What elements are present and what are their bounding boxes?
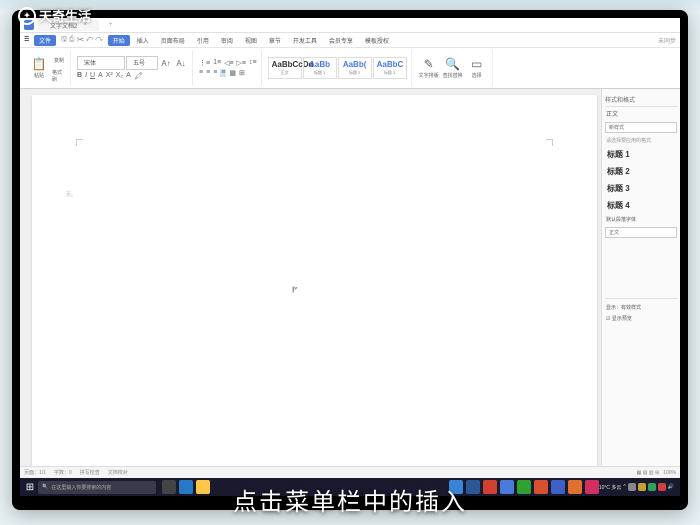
statusbar: 页面：1/1 字数：0 拼写检查 文档校对 ▦ ▤ ▥ ⊞ 100% [20,466,680,478]
style-heading-2[interactable]: 标题 2 [605,163,677,180]
align-justify-button[interactable]: ≡ [220,69,226,77]
align-left-button[interactable]: ≡ [199,69,203,77]
watermark-icon: ✦ [18,7,36,25]
font-name-select[interactable]: 宋体 [77,56,125,70]
zoom-level[interactable]: 100% [663,470,676,476]
menu-tab-member[interactable]: 会员专享 [324,35,358,46]
sync-status[interactable]: 未同步 [658,36,676,45]
menu-file[interactable]: 文件 [34,35,56,46]
menu-tab-section[interactable]: 章节 [264,35,286,46]
text-layout-button[interactable]: ✎文字排版 [418,53,440,83]
document-area: 页。 Iyr 样式和格式 正文 新样式 请选择要应用的格式 标题 1 标题 2 … [20,89,680,481]
panel-show-preview[interactable]: ☑ 显示预览 [605,313,677,324]
borders-button[interactable]: ⊞ [239,69,245,77]
align-right-button[interactable]: ≡ [213,69,217,77]
menu-tab-dev[interactable]: 开发工具 [288,35,322,46]
italic-button[interactable]: I [85,72,87,80]
style-h2[interactable]: AaBb(标题 2 [338,57,372,79]
style-heading-1[interactable]: 标题 1 [605,146,677,163]
document-page[interactable]: 页。 Iyr [32,95,597,475]
copy-button[interactable]: 复制 [52,54,66,68]
shading-button[interactable]: ▦ [229,69,236,77]
status-spell[interactable]: 拼写检查 [80,469,100,476]
menu-tab-view[interactable]: 视图 [240,35,262,46]
titlebar: 文字文档2 × + [20,18,680,33]
menu-tab-references[interactable]: 引用 [192,35,214,46]
underline-button[interactable]: U [90,72,95,80]
strike-button[interactable]: A [98,72,103,80]
styles-panel: 样式和格式 正文 新样式 请选择要应用的格式 标题 1 标题 2 标题 3 标题… [601,89,680,481]
status-page[interactable]: 页面：1/1 [24,469,46,476]
panel-hint: 请选择要应用的格式 [605,135,677,146]
margin-marker-tl [76,139,83,146]
new-style-button[interactable]: 新样式 [605,122,677,133]
menu-tab-template[interactable]: 模板授权 [360,35,394,46]
ribbon-editing: ✎文字排版 🔍查找替换 ▭选择 [414,50,493,86]
bullets-button[interactable]: ⋮≡ [199,59,210,67]
status-words[interactable]: 字数：0 [54,469,72,476]
bold-button[interactable]: B [77,72,82,80]
ribbon-clipboard: 📋粘贴 复制 格式刷 [24,50,71,86]
watermark-logo: ✦ 天奇生活 [18,6,91,25]
panel-title: 样式和格式 [605,93,677,107]
style-default-font[interactable]: 默认段落字体 [605,214,677,225]
find-replace-button[interactable]: 🔍查找替换 [442,53,464,83]
style-h1[interactable]: AaBb标题 1 [303,57,337,79]
super-button[interactable]: X² [106,72,113,80]
font-shrink-icon[interactable]: A↓ [174,56,188,70]
style-body[interactable]: 正文 [605,227,677,238]
text-cursor-icon: Iyr [292,285,298,295]
menu-tab-home[interactable]: 开始 [108,35,130,46]
numbering-button[interactable]: 1≡ [213,59,221,67]
style-heading-4[interactable]: 标题 4 [605,197,677,214]
indent-dec-button[interactable]: ◁≡ [224,59,233,67]
menu-icon[interactable]: ☰ [24,36,32,44]
menu-tab-layout[interactable]: 页面布局 [156,35,190,46]
line-spacing-button[interactable]: ↕≡ [249,59,257,67]
align-center-button[interactable]: ≡ [206,69,210,77]
font-grow-icon[interactable]: A↑ [159,56,173,70]
page-marker: 页。 [66,191,76,198]
style-normal[interactable]: AaBbCcDd正文 [268,57,302,79]
ribbon-paragraph: ⋮≡ 1≡ ◁≡ ▷≡ ↕≡ ≡ ≡ ≡ ≡ ▦ ⊞ [195,50,262,86]
view-mode-icons[interactable]: ▦ ▤ ▥ ⊞ [637,470,660,476]
menu-tab-review[interactable]: 审阅 [216,35,238,46]
screen: 文字文档2 × + ☰ 文件 🖫 ⎙ ✂ ↶ ↷ 开始 插入 页面布局 引用 审… [20,18,680,496]
font-color-button[interactable]: A [126,72,131,80]
style-h3[interactable]: AaBbC标题 3 [373,57,407,79]
sub-button[interactable]: X₂ [116,72,123,80]
monitor-frame: 文字文档2 × + ☰ 文件 🖫 ⎙ ✂ ↶ ↷ 开始 插入 页面布局 引用 审… [12,10,688,510]
menubar: ☰ 文件 🖫 ⎙ ✂ ↶ ↷ 开始 插入 页面布局 引用 审阅 视图 章节 开发… [20,33,680,48]
paste-button[interactable]: 📋粘贴 [28,53,50,83]
panel-current-style: 正文 [605,107,677,120]
margin-marker-tr [546,139,553,146]
font-size-select[interactable]: 五号 [126,56,158,70]
highlight-button[interactable]: 🖍 [134,72,143,80]
ribbon-font: 宋体 五号 A↑ A↓ B I U A X² X₂ A 🖍 [73,50,193,86]
subtitle-caption: 点击菜单栏中的插入 [0,482,700,517]
new-tab-button[interactable]: + [105,22,117,28]
ribbon-styles: AaBbCcDd正文 AaBb标题 1 AaBb(标题 2 AaBbC标题 3 [264,50,412,86]
status-proof[interactable]: 文档校对 [108,469,128,476]
panel-show-label: 显示：有效样式 [605,302,677,313]
format-painter-button[interactable]: 格式刷 [52,69,66,83]
quick-icons: 🖫 ⎙ ✂ ↶ ↷ [58,35,106,46]
select-button[interactable]: ▭选择 [466,53,488,83]
style-heading-3[interactable]: 标题 3 [605,180,677,197]
menu-tab-insert[interactable]: 插入 [132,35,154,46]
ribbon: 📋粘贴 复制 格式刷 宋体 五号 A↑ A↓ B I U A X² X₂ A 🖍 [20,48,680,89]
indent-inc-button[interactable]: ▷≡ [237,59,246,67]
